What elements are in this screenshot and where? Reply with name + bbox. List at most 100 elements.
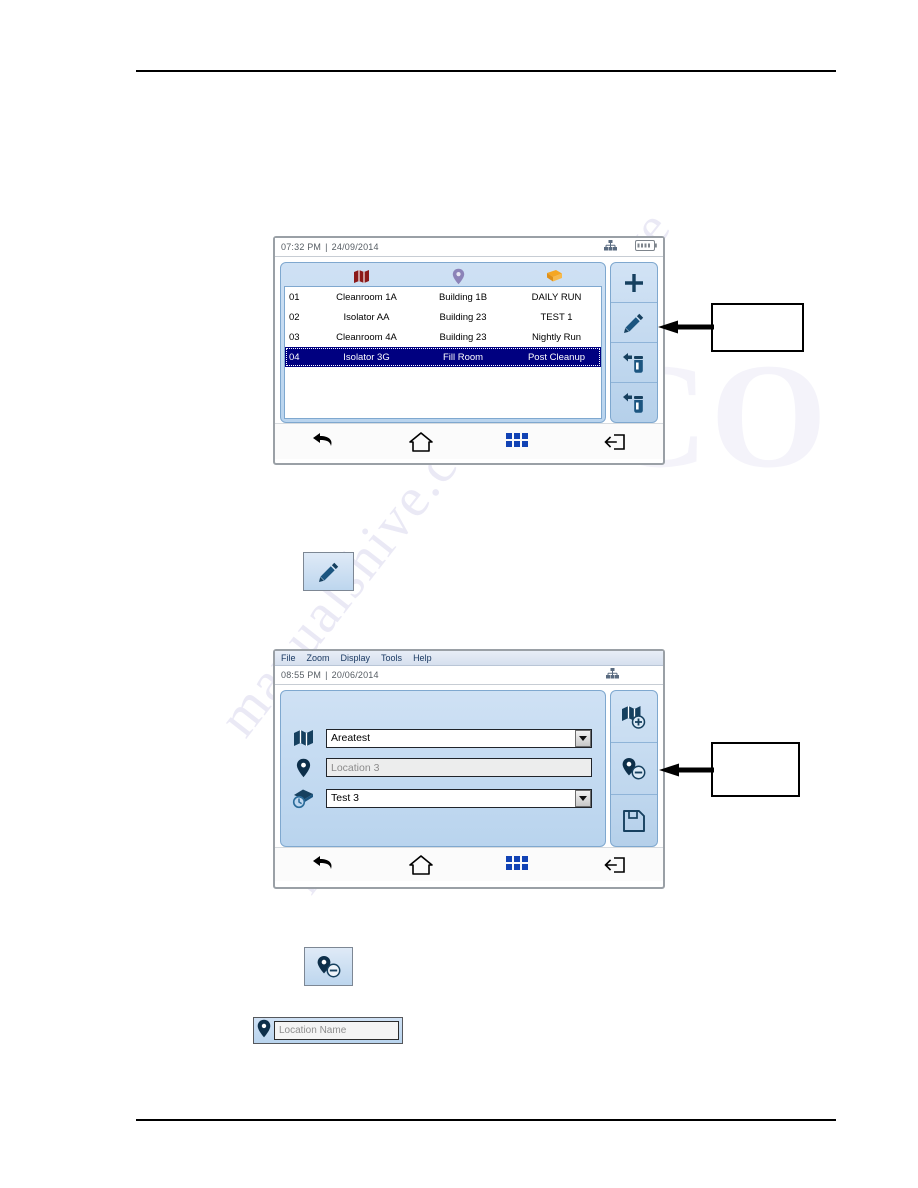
map-icon	[354, 269, 369, 283]
assign-plate-button[interactable]	[611, 343, 657, 383]
save-button[interactable]	[611, 795, 657, 846]
floppy-save-icon	[623, 809, 645, 832]
cell-area: Isolator AA	[343, 311, 390, 323]
navigation-bar	[275, 847, 663, 881]
screen-body: 01 Cleanroom 1A Building 1B DAILY RUN 02…	[275, 257, 663, 423]
sample-list-screen: 07:32 PM | 24/09/2014 01 Cleanroom 1A Bu…	[273, 236, 665, 465]
home-icon	[408, 854, 433, 875]
remove-plate-button[interactable]	[611, 383, 657, 422]
exit-button[interactable]	[566, 432, 663, 452]
test-field[interactable]: Test 3	[326, 788, 592, 808]
book-icon	[547, 269, 562, 281]
menu-item-help[interactable]: Help	[413, 653, 432, 663]
list-panel: 01 Cleanroom 1A Building 1B DAILY RUN 02…	[280, 262, 606, 423]
location-field-value: Location 3	[331, 761, 380, 774]
back-button[interactable]	[275, 432, 372, 452]
area-field-row: Areatest	[290, 728, 592, 748]
network-tree-icon	[604, 238, 617, 256]
cell-number: 02	[289, 311, 300, 323]
add-button[interactable]	[611, 263, 657, 303]
status-date: 24/09/2014	[331, 242, 379, 252]
menu-bar: File Zoom Display Tools Help	[275, 651, 663, 666]
remove-location-icon-button[interactable]	[304, 947, 353, 986]
cell-number: 01	[289, 291, 300, 303]
menu-item-zoom[interactable]: Zoom	[307, 653, 330, 663]
cell-test: Post Cleanup	[527, 351, 586, 363]
chevron-down-icon[interactable]	[575, 789, 591, 807]
area-field-value: Areatest	[331, 732, 371, 744]
pin-minus-icon	[317, 955, 340, 977]
location-name-input[interactable]: Location Name	[274, 1021, 399, 1040]
pin-minus-icon	[622, 757, 646, 779]
cell-location: Building 23	[439, 311, 487, 323]
right-toolbar	[610, 690, 658, 847]
sample-edit-screen: File Zoom Display Tools Help 08:55 PM | …	[273, 649, 665, 889]
home-button[interactable]	[372, 431, 469, 453]
home-icon	[408, 431, 433, 452]
pencil-icon	[624, 313, 644, 333]
edit-button[interactable]	[611, 303, 657, 343]
plus-icon	[625, 273, 643, 292]
callout-arrow-two	[659, 763, 714, 777]
cell-area: Cleanroom 1A	[336, 291, 397, 303]
home-button[interactable]	[372, 854, 469, 876]
cell-number: 04	[289, 351, 300, 363]
sample-table[interactable]: 01 Cleanroom 1A Building 1B DAILY RUN 02…	[284, 286, 602, 419]
screen-body: Areatest Location 3 Test 3	[275, 685, 663, 847]
location-field[interactable]: Location 3	[326, 758, 592, 777]
table-row[interactable]: 03 Cleanroom 4A Building 23 Nightly Run	[285, 327, 601, 347]
column-header-row	[284, 266, 602, 286]
battery-icon	[635, 238, 657, 256]
back-button[interactable]	[275, 855, 372, 875]
column-header-test	[507, 269, 602, 284]
status-date: 20/06/2014	[331, 670, 379, 680]
menu-item-tools[interactable]: Tools	[381, 653, 402, 663]
chevron-down-icon[interactable]	[575, 729, 591, 747]
table-row[interactable]: 01 Cleanroom 1A Building 1B DAILY RUN	[285, 287, 601, 307]
add-area-button[interactable]	[611, 691, 657, 743]
status-bar: 07:32 PM | 24/09/2014	[275, 238, 663, 257]
menu-button[interactable]	[469, 433, 566, 450]
menu-item-file[interactable]: File	[281, 653, 296, 663]
callout-box-two	[711, 742, 800, 797]
map-icon	[290, 729, 316, 747]
edit-icon-button[interactable]	[303, 552, 354, 591]
navigation-bar	[275, 423, 663, 459]
exit-icon	[603, 433, 625, 450]
grid-icon	[505, 856, 528, 870]
network-tree-icon	[606, 666, 619, 684]
status-separator: |	[325, 242, 328, 252]
menu-item-display[interactable]: Display	[341, 653, 371, 663]
plate-out-icon	[623, 392, 643, 413]
status-bar: 08:55 PM | 20/06/2014	[275, 666, 663, 685]
cell-location: Fill Room	[442, 351, 484, 363]
menu-button[interactable]	[469, 856, 566, 873]
pencil-icon	[318, 562, 338, 582]
location-pin-icon	[290, 758, 316, 778]
form-panel: Areatest Location 3 Test 3	[280, 690, 606, 847]
page-footer-rule	[136, 1119, 836, 1121]
area-field[interactable]: Areatest	[326, 728, 592, 748]
location-pin-icon	[452, 268, 464, 284]
cell-number: 03	[289, 331, 300, 343]
right-toolbar	[610, 262, 658, 423]
exit-icon	[603, 856, 625, 873]
callout-arrow-one	[658, 320, 714, 334]
form-area: Areatest Location 3 Test 3	[284, 694, 602, 843]
test-field-row: Test 3	[290, 788, 592, 809]
table-row[interactable]: 02 Isolator AA Building 23 TEST 1	[285, 307, 601, 327]
map-plus-icon	[622, 705, 646, 729]
plate-in-icon	[623, 352, 643, 373]
table-row-selected[interactable]: 04 Isolator 3G Fill Room Post Cleanup	[285, 347, 601, 367]
back-arrow-icon	[312, 432, 332, 446]
status-time: 08:55 PM	[281, 670, 322, 680]
remove-location-button[interactable]	[611, 743, 657, 795]
cell-area: Cleanroom 4A	[336, 331, 397, 343]
cell-test: TEST 1	[540, 311, 573, 323]
column-header-area	[314, 269, 409, 284]
location-name-field[interactable]: Location Name	[253, 1017, 403, 1044]
location-pin-icon	[257, 1019, 271, 1043]
cell-location: Building 1B	[438, 291, 488, 303]
test-field-value: Test 3	[331, 792, 360, 804]
exit-button[interactable]	[566, 855, 663, 875]
